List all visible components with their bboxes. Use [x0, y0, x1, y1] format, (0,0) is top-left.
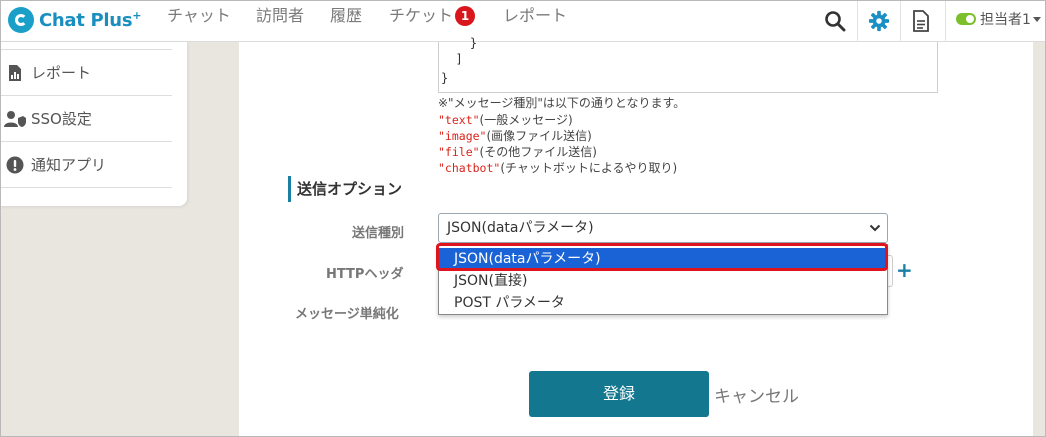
app-logo[interactable]: Chat Plus+	[8, 6, 141, 34]
code-line: }	[441, 71, 449, 85]
nav-history[interactable]: 履歴	[330, 6, 362, 26]
cancel-link[interactable]: キャンセル	[714, 382, 799, 407]
sidebar-item-report[interactable]: レポート	[0, 50, 172, 96]
nav-tickets[interactable]: チケット 1	[389, 6, 476, 26]
exclamation-circle-icon	[3, 156, 27, 174]
sidebar-item-label: レポート	[31, 64, 92, 82]
message-type-note: ※"メッセージ種別"は以下の通りとなります。	[438, 96, 686, 110]
sidebar: レポート SSO設定 通知アプリ	[0, 42, 187, 206]
user-shield-icon	[3, 110, 27, 128]
sidebar-item-sso[interactable]: SSO設定	[0, 96, 172, 142]
search-icon	[825, 11, 846, 32]
settings-button[interactable]	[859, 0, 899, 42]
app-name-sup: +	[132, 9, 142, 22]
send-type-select[interactable]: JSON(dataパラメータ)	[438, 213, 888, 243]
user-menu[interactable]: 担当者1	[956, 9, 1041, 29]
app-name: Chat Plus	[39, 10, 133, 31]
message-type-file: "file"(その他ファイル送信)	[438, 145, 597, 159]
report-icon	[3, 64, 27, 82]
send-type-selected-value: JSON(dataパラメータ)	[447, 220, 594, 236]
ticket-count-badge: 1	[455, 6, 476, 26]
section-title-send-options: 送信オプション	[288, 176, 402, 202]
chevron-down-icon	[869, 224, 881, 232]
option-post-param[interactable]: POST パラメータ	[439, 292, 887, 314]
option-json-direct[interactable]: JSON(直接)	[439, 270, 887, 292]
gear-icon	[868, 10, 890, 32]
chat-plus-logo-icon	[8, 7, 34, 33]
main-content: } ] } ※"メッセージ種別"は以下の通りとなります。 "text"(一般メッ…	[239, 36, 1033, 437]
http-header-label: HTTPヘッダ	[326, 267, 404, 282]
sidebar-item-label: SSO設定	[31, 110, 92, 128]
sidebar-item-notify-app[interactable]: 通知アプリ	[0, 142, 172, 188]
status-toggle-icon[interactable]	[956, 13, 976, 25]
sidebar-item-label: 通知アプリ	[31, 156, 107, 174]
register-button[interactable]: 登録	[529, 371, 709, 417]
add-header-plus-icon[interactable]: +	[896, 260, 913, 280]
chevron-down-icon	[1032, 16, 1041, 22]
send-type-dropdown: JSON(dataパラメータ) JSON(直接) POST パラメータ	[438, 244, 888, 315]
user-name: 担当者1	[980, 12, 1031, 28]
nav-chat[interactable]: チャット	[167, 6, 231, 26]
message-type-text: "text"(一般メッセージ)	[438, 113, 573, 127]
code-line: }	[441, 36, 478, 50]
code-line: ]	[441, 52, 463, 66]
document-button[interactable]	[901, 0, 941, 42]
send-type-label: 送信種別	[352, 226, 405, 241]
search-button[interactable]	[815, 0, 855, 42]
option-json-data-param[interactable]: JSON(dataパラメータ)	[439, 248, 887, 270]
message-simplify-label: メッセージ単純化	[295, 307, 399, 322]
nav-visitors[interactable]: 訪問者	[256, 6, 304, 26]
nav-reports[interactable]: レポート	[503, 6, 567, 26]
json-sample-box: } ] }	[438, 36, 938, 93]
message-type-chatbot: "chatbot"(チャットボットによるやり取り)	[438, 161, 678, 175]
document-icon	[913, 10, 929, 32]
top-navigation: Chat Plus+ チャット 訪問者 履歴 チケット 1 レポート 担当者1	[0, 0, 1046, 42]
message-type-image: "image"(画像ファイル送信)	[438, 129, 592, 143]
